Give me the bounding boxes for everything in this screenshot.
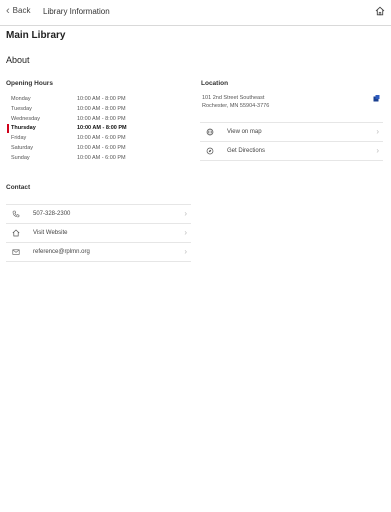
home-icon[interactable]: [375, 6, 385, 16]
back-label: Back: [12, 6, 31, 15]
hours-day: Sunday: [11, 154, 30, 161]
contact-website-label: Visit Website: [33, 229, 68, 236]
hours-row-friday: Friday 10:00 AM - 6:00 PM: [8, 134, 188, 144]
phone-icon: [12, 210, 20, 218]
nav-title: Library Information: [43, 7, 110, 16]
contact-heading: Contact: [6, 184, 31, 191]
hours-day: Wednesday: [11, 115, 40, 122]
view-on-map-row[interactable]: View on map ›: [200, 122, 383, 141]
address-line-1: 101 2nd Street Southeast: [202, 95, 265, 101]
chevron-right-icon: ›: [184, 209, 187, 218]
home-icon: [12, 229, 20, 237]
top-nav-bar: ‹ Back Library Information: [0, 0, 391, 26]
chevron-right-icon: ›: [184, 247, 187, 256]
about-heading: About: [6, 55, 30, 65]
back-button[interactable]: ‹ Back: [6, 4, 31, 17]
view-on-map-label: View on map: [227, 128, 262, 135]
hours-time: 10:00 AM - 6:00 PM: [77, 144, 126, 151]
hours-time: 10:00 AM - 6:00 PM: [77, 154, 126, 161]
contact-email-row[interactable]: reference@rplmn.org ›: [6, 242, 191, 262]
contact-email-label: reference@rplmn.org: [33, 248, 90, 255]
hours-row-monday: Monday 10:00 AM - 8:00 PM: [8, 95, 188, 105]
hours-row-wednesday: Wednesday 10:00 AM - 8:00 PM: [8, 115, 188, 125]
contact-list: 507-328-2300 › Visit Website › reference…: [6, 204, 191, 262]
hours-day: Saturday: [11, 144, 34, 151]
globe-icon: [206, 128, 214, 136]
compass-icon: [206, 147, 214, 155]
mail-icon: [12, 249, 20, 255]
hours-row-saturday: Saturday 10:00 AM - 6:00 PM: [8, 144, 188, 154]
get-directions-label: Get Directions: [227, 147, 266, 154]
chevron-right-icon: ›: [376, 146, 379, 155]
hours-time: 10:00 AM - 8:00 PM: [77, 115, 126, 122]
hours-day: Tuesday: [11, 105, 32, 112]
hours-time: 10:00 AM - 6:00 PM: [77, 135, 126, 142]
map-pin-icon[interactable]: [373, 95, 380, 102]
hours-time: 10:00 AM - 8:00 PM: [77, 105, 126, 112]
chevron-right-icon: ›: [376, 127, 379, 136]
chevron-left-icon: ‹: [6, 4, 10, 17]
location-heading: Location: [201, 80, 229, 87]
page-title: Main Library: [6, 30, 66, 41]
hours-row-thursday: Thursday 10:00 AM - 8:00 PM: [7, 124, 188, 134]
contact-website-row[interactable]: Visit Website ›: [6, 223, 191, 242]
hours-time: 10:00 AM - 8:00 PM: [77, 96, 126, 102]
opening-hours-table: Monday 10:00 AM - 8:00 PM Tuesday 10:00 …: [7, 95, 188, 164]
chevron-right-icon: ›: [184, 228, 187, 237]
contact-phone-row[interactable]: 507-328-2300 ›: [6, 204, 191, 223]
get-directions-row[interactable]: Get Directions ›: [200, 141, 383, 161]
hours-row-tuesday: Tuesday 10:00 AM - 8:00 PM: [8, 105, 188, 115]
hours-day: Friday: [11, 135, 27, 142]
address-line-2: Rochester, MN 55904-3776: [202, 103, 270, 109]
hours-row-sunday: Sunday 10:00 AM - 6:00 PM: [8, 154, 188, 164]
hours-time: 10:00 AM - 8:00 PM: [77, 125, 127, 132]
hours-day: Thursday: [11, 125, 36, 132]
contact-phone-label: 507-328-2300: [33, 210, 71, 217]
address: 101 2nd Street Southeast Rochester, MN 5…: [202, 94, 269, 110]
hours-day: Monday: [11, 96, 31, 102]
location-actions: View on map › Get Directions ›: [200, 122, 383, 161]
opening-hours-heading: Opening Hours: [6, 80, 53, 87]
